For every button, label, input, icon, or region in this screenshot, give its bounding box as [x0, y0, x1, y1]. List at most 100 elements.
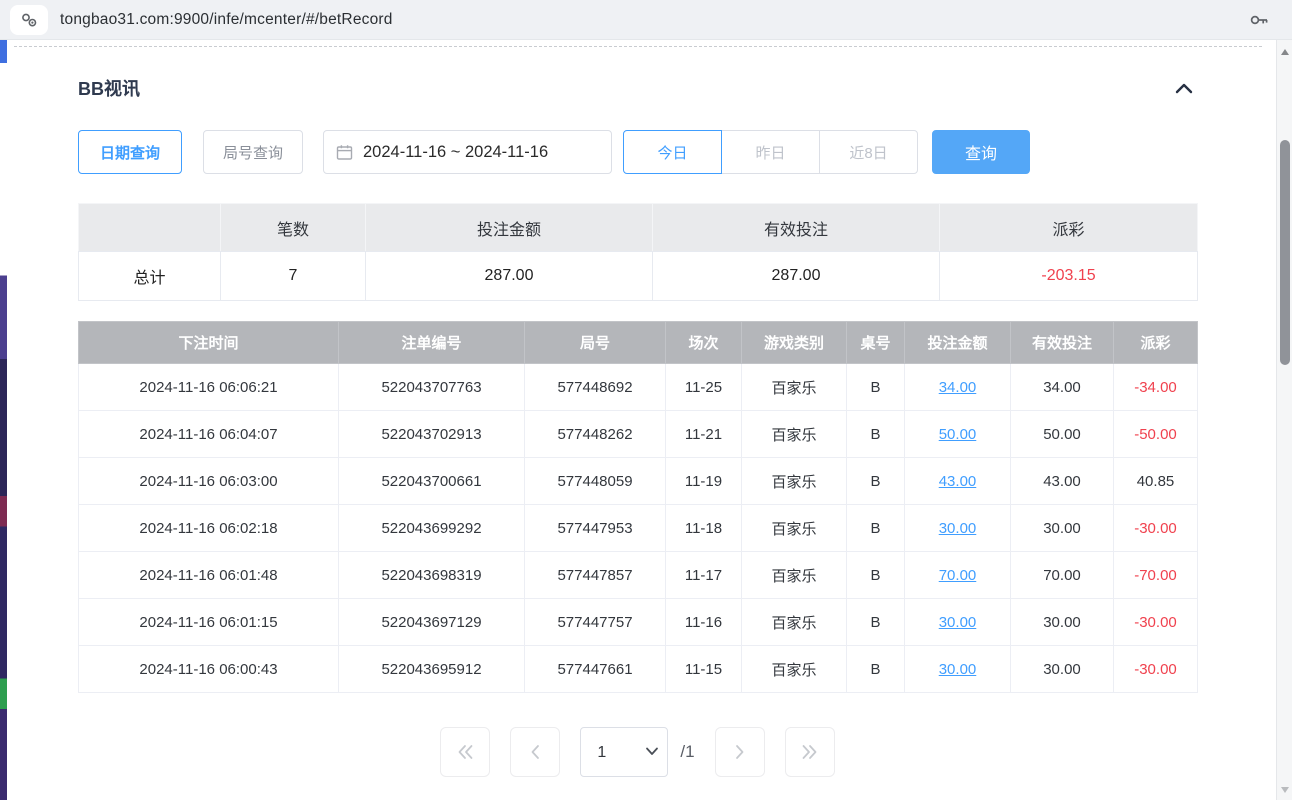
cell-payout: -70.00 [1114, 552, 1198, 599]
bet-amount-link[interactable]: 34.00 [939, 379, 977, 396]
cell-session: 11-15 [666, 646, 742, 693]
bet-amount-link[interactable]: 30.00 [939, 520, 977, 537]
cell-valid: 43.00 [1011, 458, 1114, 505]
cell-session: 11-25 [666, 364, 742, 411]
cell-order: 522043697129 [339, 599, 525, 646]
cell-time: 2024-11-16 06:01:48 [79, 552, 339, 599]
chevron-left-icon [529, 744, 541, 760]
last-page-button[interactable] [785, 727, 835, 777]
search-button[interactable]: 查询 [932, 130, 1030, 174]
password-key-button[interactable] [1248, 9, 1270, 36]
bet-record-table: 下注时间 注单编号 局号 场次 游戏类别 桌号 投注金额 有效投注 派彩 202… [78, 321, 1198, 693]
table-header-row: 下注时间 注单编号 局号 场次 游戏类别 桌号 投注金额 有效投注 派彩 [79, 322, 1198, 364]
cell-time: 2024-11-16 06:02:18 [79, 505, 339, 552]
cell-payout: -30.00 [1114, 505, 1198, 552]
today-button[interactable]: 今日 [623, 130, 722, 174]
cell-table: B [847, 505, 905, 552]
scroll-down-arrow[interactable] [1277, 782, 1292, 798]
date-query-button[interactable]: 日期查询 [78, 130, 182, 174]
bet-amount-link[interactable]: 70.00 [939, 567, 977, 584]
profile-chip[interactable] [10, 5, 48, 35]
key-icon [1248, 9, 1270, 31]
summary-bet: 287.00 [366, 252, 653, 301]
cell-order: 522043702913 [339, 411, 525, 458]
triangle-down-icon [1281, 787, 1289, 793]
browser-address-bar[interactable]: tongbao31.com:9900/infe/mcenter/#/betRec… [0, 0, 1292, 40]
cell-session: 11-16 [666, 599, 742, 646]
bet-record-panel: BB视讯 日期查询 局号查询 2024-11-16 ~ 2024-11-16 今… [8, 40, 1276, 800]
summary-header-valid: 有效投注 [653, 204, 940, 252]
cell-table: B [847, 646, 905, 693]
pagination: 1 /1 [78, 727, 1197, 777]
summary-label: 总计 [79, 252, 221, 301]
first-page-button[interactable] [440, 727, 490, 777]
cell-table: B [847, 552, 905, 599]
bet-amount-link[interactable]: 30.00 [939, 614, 977, 631]
cell-payout: -34.00 [1114, 364, 1198, 411]
cell-table: B [847, 458, 905, 505]
cell-table: B [847, 364, 905, 411]
cell-time: 2024-11-16 06:06:21 [79, 364, 339, 411]
date-range-picker[interactable]: 2024-11-16 ~ 2024-11-16 [323, 130, 612, 174]
cell-valid: 30.00 [1011, 646, 1114, 693]
cell-game: 百家乐 [742, 646, 847, 693]
col-round-no: 局号 [525, 322, 666, 364]
cell-session: 11-17 [666, 552, 742, 599]
summary-header-bet: 投注金额 [366, 204, 653, 252]
col-bet-time: 下注时间 [79, 322, 339, 364]
cell-game: 百家乐 [742, 505, 847, 552]
table-row: 2024-11-16 06:00:43 522043695912 5774476… [79, 646, 1198, 693]
cell-table: B [847, 411, 905, 458]
cell-game: 百家乐 [742, 599, 847, 646]
chevron-right-icon [734, 744, 746, 760]
cell-round: 577447857 [525, 552, 666, 599]
collapse-panel-button[interactable] [1171, 75, 1197, 101]
col-game-type: 游戏类别 [742, 322, 847, 364]
chevron-up-icon [1173, 79, 1195, 97]
col-bet-amount: 投注金额 [905, 322, 1011, 364]
dashed-separator [14, 46, 1262, 47]
bet-amount-link[interactable]: 43.00 [939, 473, 977, 490]
page-title: BB视讯 [78, 75, 140, 101]
bet-amount-link[interactable]: 30.00 [939, 661, 977, 678]
table-row: 2024-11-16 06:02:18 522043699292 5774479… [79, 505, 1198, 552]
cell-time: 2024-11-16 06:04:07 [79, 411, 339, 458]
summary-row: 总计 7 287.00 287.00 -203.15 [79, 252, 1198, 301]
cell-table: B [847, 599, 905, 646]
cell-valid: 30.00 [1011, 505, 1114, 552]
cell-round: 577448262 [525, 411, 666, 458]
cell-game: 百家乐 [742, 364, 847, 411]
table-row: 2024-11-16 06:01:48 522043698319 5774478… [79, 552, 1198, 599]
table-row: 2024-11-16 06:04:07 522043702913 5774482… [79, 411, 1198, 458]
cell-round: 577448059 [525, 458, 666, 505]
quick-range-group: 今日 昨日 近8日 [623, 130, 918, 174]
yesterday-button[interactable]: 昨日 [721, 130, 820, 174]
triangle-up-icon [1281, 49, 1289, 55]
cell-time: 2024-11-16 06:01:15 [79, 599, 339, 646]
vertical-scrollbar[interactable] [1276, 40, 1292, 800]
table-row: 2024-11-16 06:06:21 522043707763 5774486… [79, 364, 1198, 411]
cell-order: 522043707763 [339, 364, 525, 411]
cell-session: 11-19 [666, 458, 742, 505]
cell-session: 11-18 [666, 505, 742, 552]
cell-order: 522043698319 [339, 552, 525, 599]
last-8-days-button[interactable]: 近8日 [819, 130, 918, 174]
page-select[interactable]: 1 [580, 727, 668, 777]
double-chevron-right-icon [801, 744, 819, 760]
col-payout: 派彩 [1114, 322, 1198, 364]
cell-order: 522043695912 [339, 646, 525, 693]
cell-valid: 70.00 [1011, 552, 1114, 599]
scrollbar-thumb[interactable] [1280, 140, 1290, 365]
bet-amount-link[interactable]: 50.00 [939, 426, 977, 443]
scroll-up-arrow[interactable] [1277, 44, 1292, 60]
cell-session: 11-21 [666, 411, 742, 458]
round-query-button[interactable]: 局号查询 [203, 130, 303, 174]
cell-time: 2024-11-16 06:00:43 [79, 646, 339, 693]
cell-round: 577447953 [525, 505, 666, 552]
previous-page-button[interactable] [510, 727, 560, 777]
summary-valid: 287.00 [653, 252, 940, 301]
next-page-button[interactable] [715, 727, 765, 777]
page-total-label: /1 [680, 742, 694, 762]
url-text[interactable]: tongbao31.com:9900/infe/mcenter/#/betRec… [60, 11, 393, 29]
cell-round: 577447661 [525, 646, 666, 693]
